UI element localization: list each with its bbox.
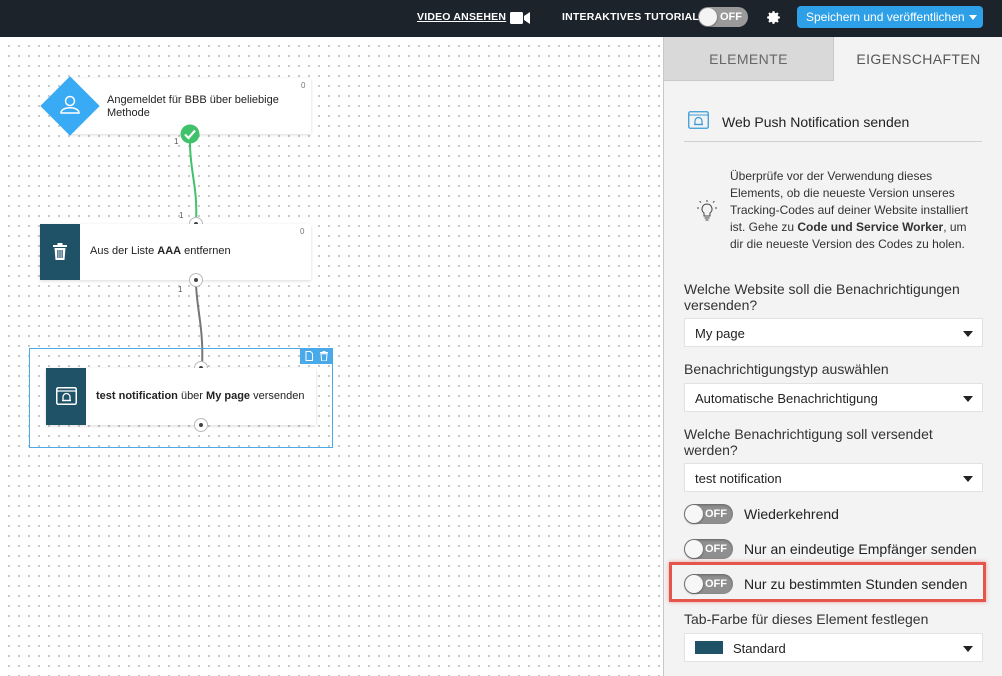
notification-type-select[interactable]: Automatische Benachrichtigung [684,383,983,412]
select-value: Automatische Benachrichtigung [695,391,878,406]
website-select[interactable]: My page [684,318,983,347]
panel-title: Web Push Notification senden [722,114,910,130]
tab-elements[interactable]: ELEMENTE [664,37,833,81]
node-label-pre: Aus der Liste [90,245,158,257]
unique-recipients-toggle-row[interactable]: OFF Nur an eindeutige Empfänger senden [684,539,984,561]
workflow-canvas[interactable]: 0 Angemeldet für BBB über beliebige Meth… [0,37,663,676]
info-link-code-service-worker: Code und Service Worker [797,220,944,234]
node-label: Angemeldet für BBB über beliebige Method… [107,94,279,119]
website-label: Welche Website soll die Benachrichtigung… [684,281,960,313]
web-push-node[interactable]: test notification über My page versenden [46,368,316,425]
toggle-label: Nur an eindeutige Empfänger senden [744,541,977,557]
lightbulb-icon [697,200,717,221]
trash-icon [53,243,67,260]
toggle-state: OFF [705,578,727,590]
select-value: Standard [733,641,786,656]
unique-recipients-toggle[interactable]: OFF [684,539,733,559]
properties-panel: ELEMENTE EIGENSCHAFTEN Web Push Notifica… [663,37,1002,676]
chevron-down-icon[interactable] [969,15,977,20]
gear-icon[interactable] [765,9,782,26]
edge-out-label: 1 [178,285,183,294]
web-push-icon [56,387,77,405]
toggle-state: OFF [705,508,727,520]
output-port[interactable] [189,273,203,287]
copy-icon[interactable] [304,351,314,361]
toggle-knob [699,8,717,26]
edge-in-label: 1 [179,211,184,220]
toggle-knob [685,540,703,558]
node-label-mid: über [177,390,207,402]
chevron-down-icon [963,646,973,652]
chevron-down-icon [963,476,973,482]
notification-select[interactable]: test notification [684,463,983,492]
toggle-state: OFF [720,11,742,23]
divider [684,141,982,142]
specific-hours-toggle-row[interactable]: OFF Nur zu bestimmten Stunden senden [684,574,984,596]
tracking-code-info: Überprüfe vor der Verwendung dieses Elem… [730,168,982,253]
output-port[interactable] [194,418,208,432]
toggle-label: Nur zu bestimmten Stunden senden [744,576,968,592]
tab-properties[interactable]: EIGENSCHAFTEN [833,37,1002,81]
node-count: 0 [301,81,306,90]
node-label-post: versenden [250,390,305,402]
select-value: My page [695,326,745,341]
toggle-knob [685,505,703,523]
node-label: test notification über My page versenden [96,390,304,403]
notification-label: Welche Benachrichtigung soll versendet w… [684,426,933,458]
node-label: Aus der Liste AAA entfernen [90,245,231,258]
top-bar: VIDEO ANSEHEN INTERAKTIVES TUTORIAL OFF … [0,0,1002,37]
node-label-notification: test notification [96,390,178,402]
trigger-diamond [40,76,100,136]
camera-icon[interactable] [510,12,530,24]
edge-trigger-to-remove [189,142,198,225]
toggle-knob [685,575,703,593]
node-icon-box [40,224,80,280]
chevron-down-icon [963,331,973,337]
edge-out-label: 1 [174,137,179,146]
web-push-icon [688,111,709,129]
select-value: test notification [695,471,782,486]
node-label-website: My page [206,390,251,402]
recurring-toggle-row[interactable]: OFF Wiederkehrend [684,504,984,526]
node-label-list: AAA [157,245,182,257]
remove-from-list-node[interactable]: 0 Aus der Liste AAA entfernen [40,224,311,280]
toggle-state: OFF [705,543,727,555]
chevron-down-icon [963,396,973,402]
tab-color-label: Tab-Farbe für dieses Element festlegen [684,611,929,627]
watch-video-link[interactable]: VIDEO ANSEHEN [417,11,506,23]
check-circle-icon [180,124,200,144]
node-label-post: entfernen [181,245,231,257]
node-icon-box [46,368,86,425]
save-and-publish-button[interactable]: Speichern und veröffentlichen [797,6,983,28]
tutorial-toggle[interactable]: OFF [698,7,748,27]
publish-label: Speichern und veröffentlichen [806,10,965,24]
trash-icon[interactable] [319,351,329,361]
toggle-label: Wiederkehrend [744,506,839,522]
recurring-toggle[interactable]: OFF [684,504,733,524]
node-count: 0 [300,227,305,236]
node-toolbar [300,348,333,364]
tab-color-select[interactable]: Standard [684,633,983,662]
specific-hours-toggle[interactable]: OFF [684,574,733,594]
interactive-tutorial-label: INTERAKTIVES TUTORIAL [562,11,700,23]
color-swatch [695,641,723,654]
notification-type-label: Benachrichtigungstyp auswählen [684,361,889,377]
